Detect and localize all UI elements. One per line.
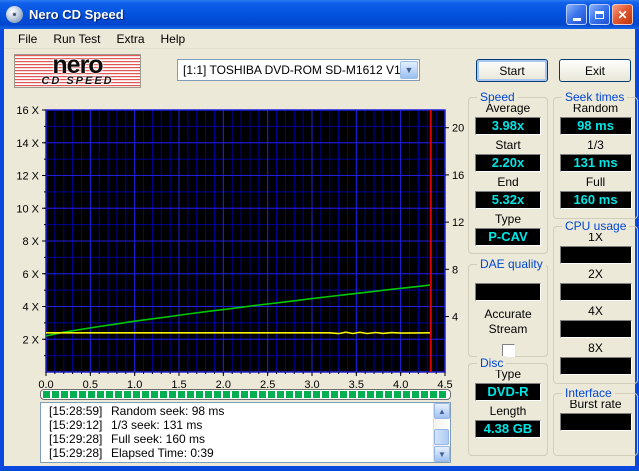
panel-seek-times-title: Seek times bbox=[562, 90, 628, 104]
close-icon: ✕ bbox=[617, 7, 628, 22]
log-entry[interactable]: [15:28:59] Random seek: 98 ms bbox=[41, 404, 433, 418]
menu-item-run-test[interactable]: Run Test bbox=[45, 30, 108, 48]
seek_times-1-3-label: 1/3 bbox=[587, 138, 604, 152]
exit-button[interactable]: Exit bbox=[559, 59, 631, 82]
svg-text:4: 4 bbox=[452, 312, 458, 324]
speed-type-label: Type bbox=[494, 212, 521, 226]
scroll-up-icon[interactable]: ▲ bbox=[434, 403, 450, 419]
panel-interface: Interface Burst rate bbox=[553, 386, 638, 456]
close-button[interactable]: ✕ bbox=[612, 4, 633, 25]
cpu_usage-8x-display bbox=[559, 357, 632, 375]
speed-start-label: Start bbox=[495, 138, 521, 152]
panel-dae-quality-title: DAE quality bbox=[477, 257, 546, 271]
cpu_usage-8x-label: 8X bbox=[588, 341, 603, 355]
seek_times-1-3-display: 131 ms bbox=[559, 154, 632, 172]
drive-select-value: [1:1] TOSHIBA DVD-ROM SD-M1612 V1806 bbox=[183, 63, 400, 77]
progress-fill bbox=[43, 391, 448, 398]
panel-seek-times: Seek times Random 98 ms 1/3 131 ms Full 160 m… bbox=[553, 90, 638, 219]
panel-cpu-usage-title: CPU usage bbox=[562, 219, 630, 233]
panel-disc: Disc Type DVD-R Length 4.38 GB bbox=[468, 356, 548, 456]
accurate-stream-label: Accurate Stream bbox=[484, 307, 532, 336]
drive-select[interactable]: [1:1] TOSHIBA DVD-ROM SD-M1612 V1806 ▼ bbox=[177, 59, 420, 81]
dae-quality-display bbox=[475, 283, 541, 301]
speed-chart: 0.0 0.5 1.0 1.5 2.0 2.5 3.0 3.5 4.0 4.52 X4 X6 X8… bbox=[16, 105, 464, 391]
menu-item-extra[interactable]: Extra bbox=[108, 30, 152, 48]
scroll-down-icon[interactable]: ▼ bbox=[434, 446, 450, 462]
speed-end-display: 5.32x bbox=[475, 191, 541, 209]
panel-dae-quality: DAE quality Accurate Stream bbox=[468, 257, 548, 357]
test-progress-bar bbox=[40, 389, 451, 400]
svg-text:8 X: 8 X bbox=[22, 236, 39, 248]
window-title: Nero CD Speed bbox=[29, 7, 124, 22]
log-entry[interactable]: [15:29:12] 1/3 seek: 131 ms bbox=[41, 418, 433, 432]
svg-text:16 X: 16 X bbox=[16, 105, 39, 117]
panel-interface-title: Interface bbox=[562, 386, 615, 400]
cpu_usage-4x-display bbox=[559, 320, 632, 338]
svg-text:20: 20 bbox=[452, 123, 464, 135]
svg-text:16: 16 bbox=[452, 170, 464, 182]
svg-text:8: 8 bbox=[452, 264, 458, 276]
interface-burst-rate-display bbox=[559, 413, 632, 431]
disc-length-label: Length bbox=[489, 404, 527, 418]
log-scrollbar[interactable]: ▲ ▼ bbox=[433, 403, 450, 462]
panel-speed-title: Speed bbox=[477, 90, 518, 104]
cpu_usage-4x-label: 4X bbox=[588, 304, 603, 318]
speed-start-display: 2.20x bbox=[475, 154, 541, 172]
start-button[interactable]: Start bbox=[476, 59, 548, 82]
log-entry[interactable]: [15:29:28] Elapsed Time: 0:39 bbox=[41, 446, 433, 460]
disc-type-display: DVD-R bbox=[475, 383, 541, 401]
maximize-icon bbox=[595, 10, 604, 19]
seek_times-full-label: Full bbox=[585, 175, 606, 189]
speed-type-display: P-CAV bbox=[475, 228, 541, 246]
svg-text:12: 12 bbox=[452, 217, 464, 229]
scrollbar-track[interactable] bbox=[434, 419, 450, 446]
maximize-button[interactable] bbox=[589, 4, 610, 25]
disc-length-display: 4.38 GB bbox=[475, 420, 541, 438]
svg-text:10 X: 10 X bbox=[16, 203, 39, 215]
panel-speed: Speed Average 3.98x Start 2.20x End 5.32x Type… bbox=[468, 90, 548, 254]
cpu_usage-2x-display bbox=[559, 283, 632, 301]
app-cd-icon[interactable] bbox=[6, 6, 23, 23]
svg-text:12 X: 12 X bbox=[16, 171, 39, 183]
minimize-icon bbox=[572, 17, 581, 21]
panel-disc-title: Disc bbox=[477, 356, 507, 370]
log-rows: [15:28:59] Random seek: 98 ms [15:29:12] 1/… bbox=[41, 403, 433, 462]
seek_times-full-display: 160 ms bbox=[559, 191, 632, 209]
menu-bar: File Run Test Extra Help bbox=[4, 29, 635, 49]
cpu_usage-1x-display bbox=[559, 246, 632, 264]
title-bar: Nero CD Speed ✕ bbox=[0, 0, 639, 29]
logo-text-nero: nero bbox=[52, 54, 103, 79]
menu-item-file[interactable]: File bbox=[10, 30, 45, 48]
scrollbar-thumb[interactable] bbox=[434, 429, 449, 445]
nero-logo: nero CD SPEED bbox=[14, 54, 141, 88]
svg-text:6 X: 6 X bbox=[22, 269, 39, 281]
speed-end-label: End bbox=[497, 175, 519, 189]
logo-text-cdspeed: CD SPEED bbox=[41, 75, 114, 87]
result-log: [15:28:59] Random seek: 98 ms [15:29:12] 1/… bbox=[40, 402, 451, 463]
speed-average-display: 3.98x bbox=[475, 117, 541, 135]
panel-cpu-usage: CPU usage 1X 2X 4X 8X bbox=[553, 219, 638, 384]
app-window: Nero CD Speed ✕ File Run Test Extra Help ne… bbox=[0, 0, 639, 471]
svg-text:2 X: 2 X bbox=[22, 334, 39, 346]
log-entry[interactable]: [15:29:28] Full seek: 160 ms bbox=[41, 432, 433, 446]
cpu_usage-2x-label: 2X bbox=[588, 267, 603, 281]
svg-text:4 X: 4 X bbox=[22, 302, 39, 314]
chevron-down-icon[interactable]: ▼ bbox=[400, 61, 418, 79]
minimize-button[interactable] bbox=[566, 4, 587, 25]
svg-text:14 X: 14 X bbox=[16, 138, 39, 150]
seek_times-random-display: 98 ms bbox=[559, 117, 632, 135]
menu-item-help[interactable]: Help bbox=[153, 30, 194, 48]
